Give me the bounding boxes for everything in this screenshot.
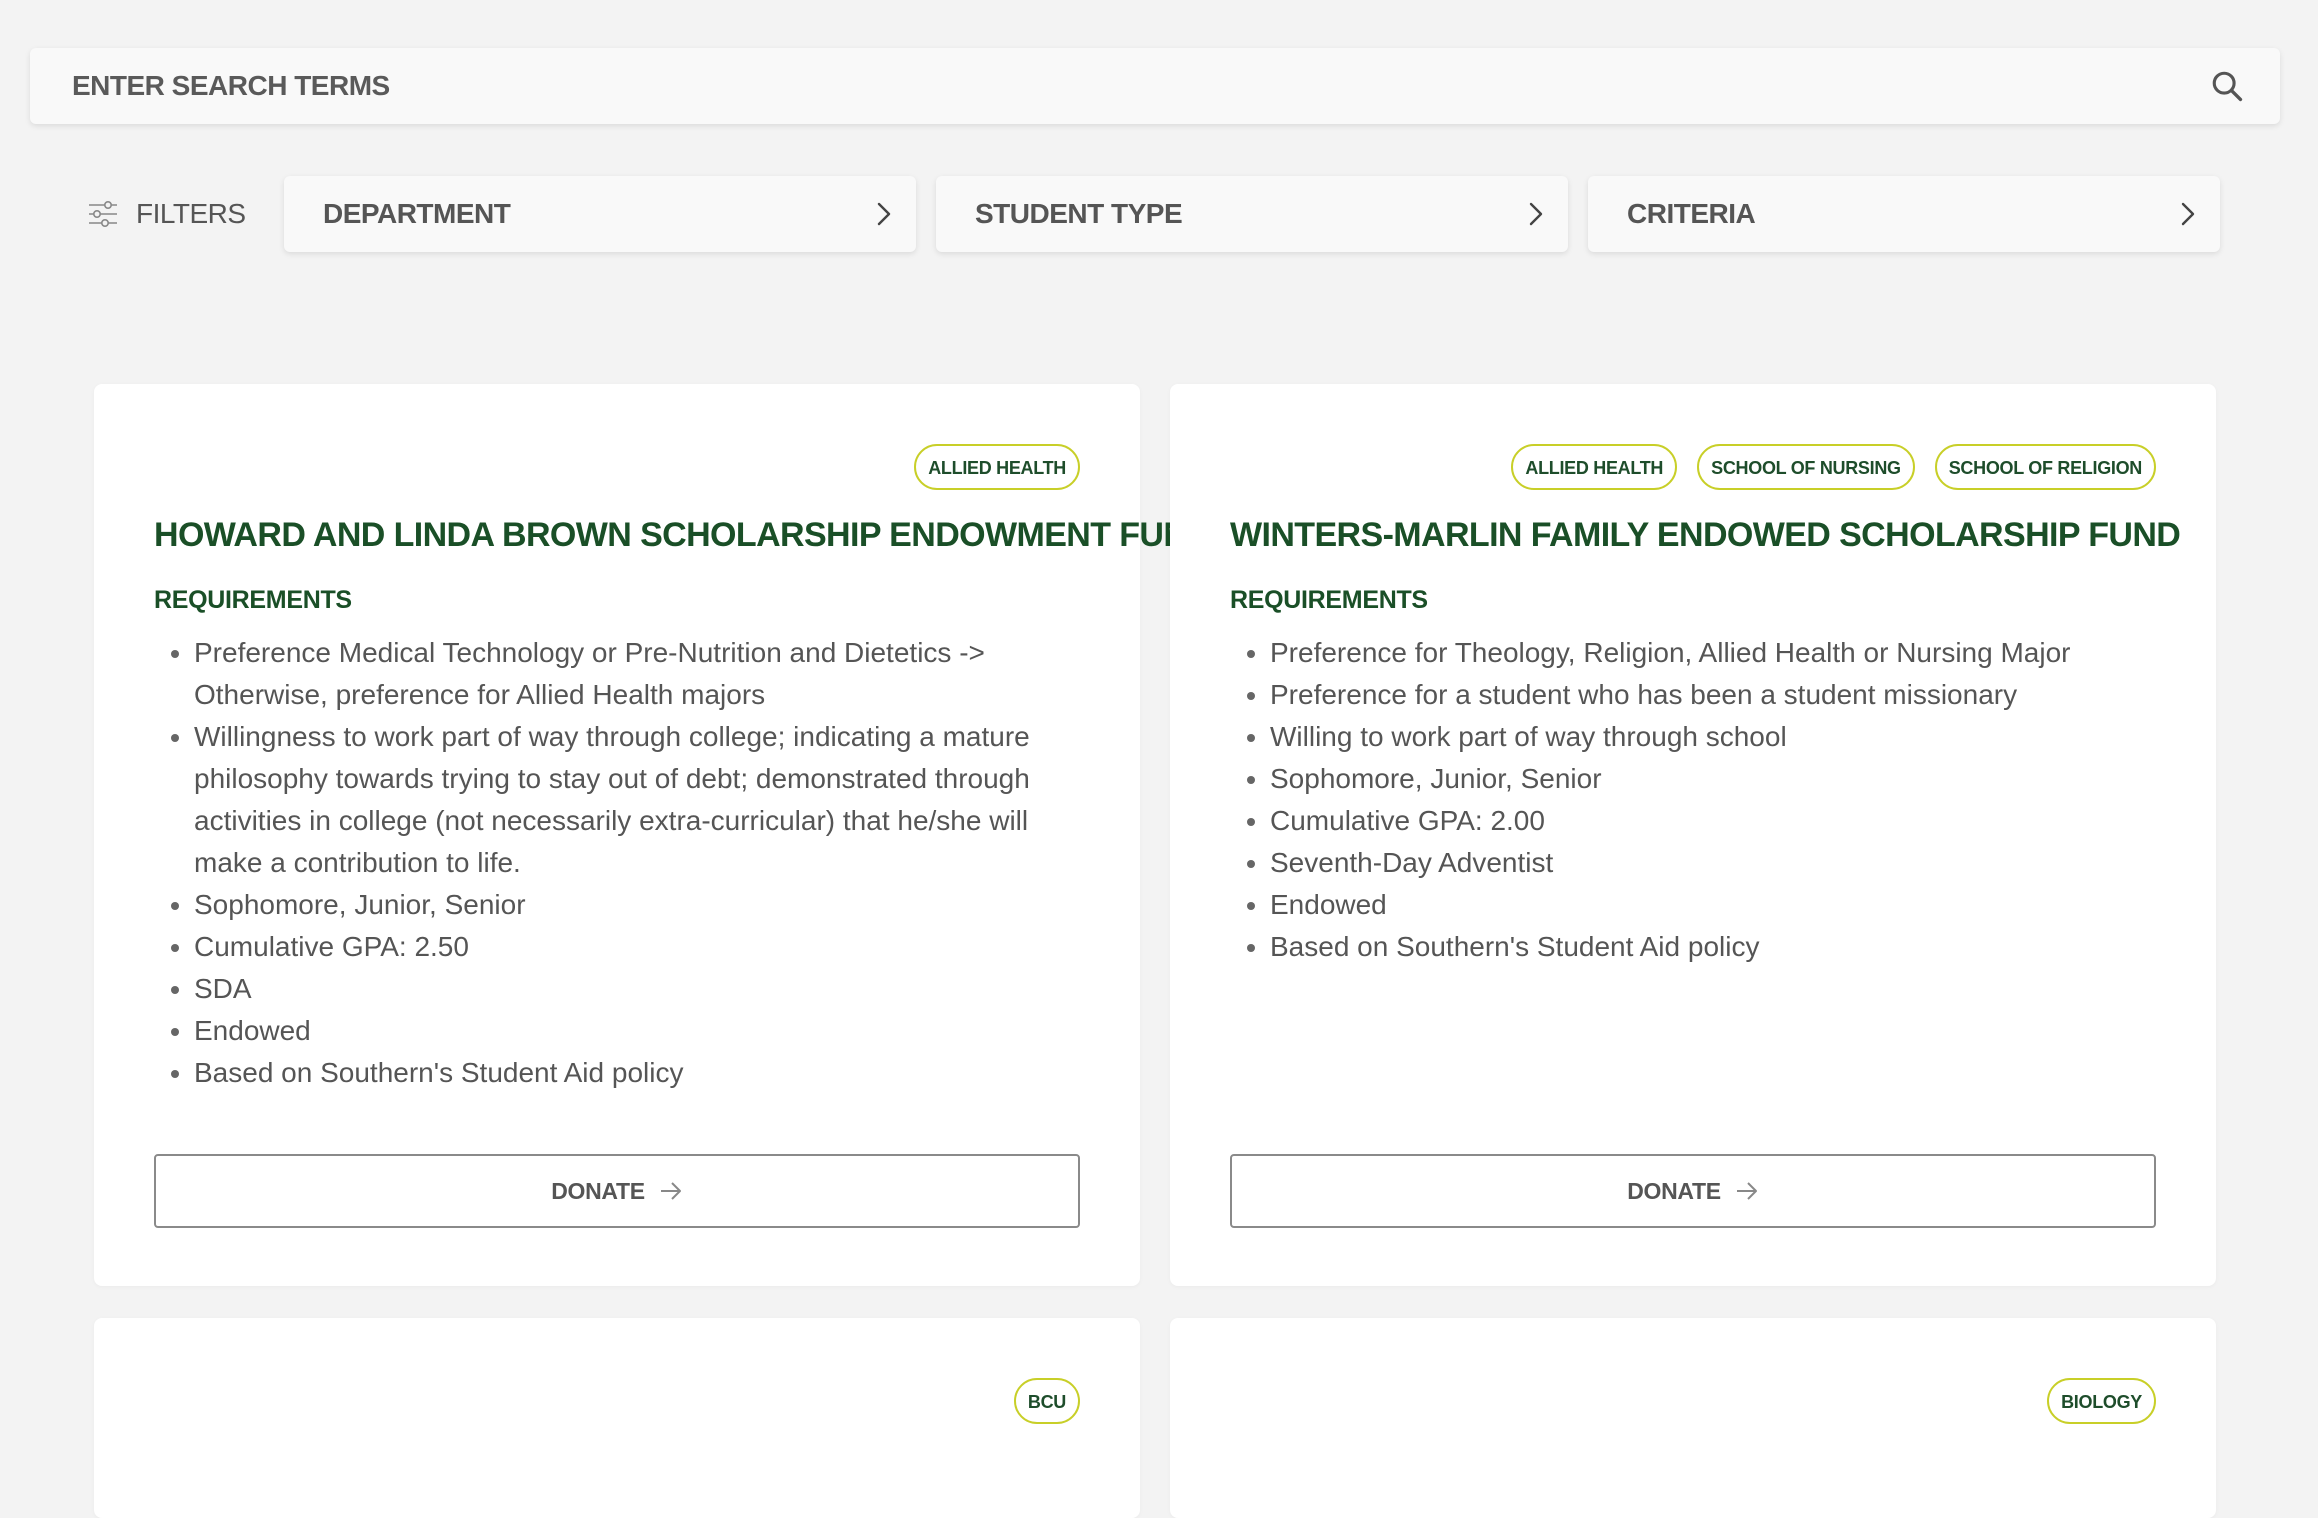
scholarship-card: ALLIED HEALTH HOWARD AND LINDA BROWN SCH… — [94, 384, 1212, 1286]
search-input[interactable] — [70, 69, 2210, 103]
requirement-item: Endowed — [194, 1010, 1074, 1052]
filters-row: FILTERS DEPARTMENT STUDENT TYPE CRITERIA — [88, 176, 2240, 252]
donate-button[interactable]: DONATE — [1230, 1154, 2156, 1228]
donate-label: DONATE — [1627, 1177, 1721, 1204]
requirement-item: Based on Southern's Student Aid policy — [1270, 926, 2150, 968]
donate-label: DONATE — [551, 1177, 645, 1204]
department-tag[interactable]: SCHOOL OF NURSING — [1697, 444, 1915, 490]
scholarship-card: BCU — [94, 1318, 1140, 1518]
requirement-item: Preference for a student who has been a … — [1270, 674, 2150, 716]
scholarship-title: WINTERS-MARLIN FAMILY ENDOWED SCHOLARSHI… — [1230, 516, 2181, 554]
requirement-item: Seventh-Day Adventist — [1270, 842, 2150, 884]
scholarship-card: ALLIED HEALTH SCHOOL OF NURSING SCHOOL O… — [1170, 384, 2216, 1286]
department-filter-label: DEPARTMENT — [323, 198, 511, 229]
requirements-heading: REQUIREMENTS — [1230, 586, 1428, 614]
tag-list: ALLIED HEALTH — [914, 444, 1080, 490]
requirements-heading: REQUIREMENTS — [154, 586, 352, 614]
requirement-item: Endowed — [1270, 884, 2150, 926]
requirement-item: Sophomore, Junior, Senior — [1270, 758, 2150, 800]
requirements-list: Preference Medical Technology or Pre-Nut… — [154, 632, 1074, 1094]
requirement-item: Preference for Theology, Religion, Allie… — [1270, 632, 2150, 674]
filters-label: FILTERS — [136, 198, 246, 229]
sliders-icon — [89, 201, 117, 227]
department-filter[interactable]: DEPARTMENT — [284, 176, 916, 252]
arrow-right-icon — [1736, 1182, 1757, 1200]
requirement-item: Based on Southern's Student Aid policy — [194, 1052, 1074, 1094]
student-type-filter-label: STUDENT TYPE — [975, 198, 1183, 229]
requirement-item: Willingness to work part of way through … — [194, 716, 1074, 884]
requirement-item: Preference Medical Technology or Pre-Nut… — [194, 632, 1074, 716]
student-type-filter[interactable]: STUDENT TYPE — [936, 176, 1568, 252]
tag-list: BCU — [1013, 1378, 1080, 1424]
department-tag[interactable]: ALLIED HEALTH — [1511, 444, 1678, 490]
department-tag[interactable]: BCU — [1013, 1378, 1080, 1424]
donate-button[interactable]: DONATE — [154, 1154, 1080, 1228]
arrow-right-icon — [660, 1182, 681, 1200]
department-tag[interactable]: ALLIED HEALTH — [914, 444, 1080, 490]
tag-list: BIOLOGY — [2047, 1378, 2156, 1424]
chevron-right-icon — [2181, 202, 2195, 226]
department-tag[interactable]: BIOLOGY — [2047, 1378, 2156, 1424]
chevron-right-icon — [877, 202, 891, 226]
chevron-right-icon — [1529, 202, 1543, 226]
requirement-item: SDA — [194, 968, 1074, 1010]
tag-list: ALLIED HEALTH SCHOOL OF NURSING SCHOOL O… — [1511, 444, 2156, 490]
department-tag[interactable]: SCHOOL OF RELIGION — [1934, 444, 2156, 490]
criteria-filter-label: CRITERIA — [1627, 198, 1756, 229]
search-icon[interactable] — [2210, 69, 2244, 103]
requirement-item: Sophomore, Junior, Senior — [194, 884, 1074, 926]
criteria-filter[interactable]: CRITERIA — [1588, 176, 2220, 252]
filters-toggle[interactable]: FILTERS — [88, 198, 284, 230]
scholarship-title: HOWARD AND LINDA BROWN SCHOLARSHIP ENDOW… — [154, 516, 1212, 554]
requirements-list: Preference for Theology, Religion, Allie… — [1230, 632, 2150, 968]
search-bar — [30, 48, 2280, 124]
requirement-item: Cumulative GPA: 2.00 — [1270, 800, 2150, 842]
scholarship-card: BIOLOGY — [1170, 1318, 2216, 1518]
requirement-item: Willing to work part of way through scho… — [1270, 716, 2150, 758]
requirement-item: Cumulative GPA: 2.50 — [194, 926, 1074, 968]
